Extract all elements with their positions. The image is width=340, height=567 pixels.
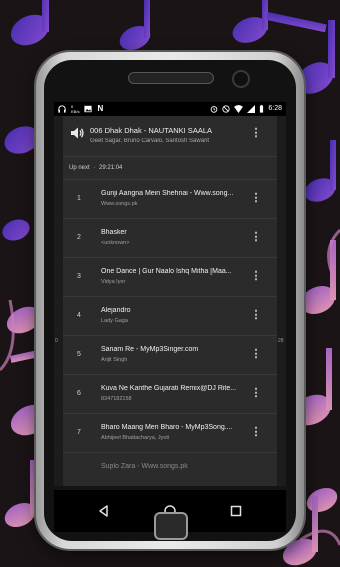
queue-item-more-icon[interactable]: ⋮ (250, 347, 262, 361)
left-dim-overlay: 0 (54, 116, 63, 486)
status-time: 6:28 (268, 105, 282, 112)
queue-item[interactable]: Suplo Zara - Www.songs.pk (63, 452, 277, 486)
queue-item-title: Sanam Re - MyMp3Singer.com (101, 346, 199, 353)
up-next-separator: · (93, 165, 96, 171)
back-icon[interactable] (96, 503, 112, 519)
up-next-header: Up next · 29:21:04 (63, 156, 277, 180)
queue-item-title: Suplo Zara - Www.songs.pk (101, 463, 188, 470)
queue-item-title: Gunji Aangna Mein Shehnai - Www.song... (101, 190, 234, 197)
queue-item-number: 4 (77, 312, 81, 319)
physical-home-button[interactable] (154, 512, 188, 540)
queue-item-title: One Dance | Gur Naalo Ishq Mitha [Maa... (101, 268, 232, 275)
queue-item-more-icon[interactable]: ⋮ (250, 386, 262, 400)
queue-item-number: 6 (77, 390, 81, 397)
queue-item[interactable]: 6 Kuva Ne Kanthe Gujarati Remix@DJ Rite.… (63, 374, 277, 414)
queue-item-title: Bharo Maang Meri Bharo - MyMp3Song.... (101, 424, 233, 431)
queue-item[interactable]: 3 One Dance | Gur Naalo Ishq Mitha [Maa.… (63, 257, 277, 297)
queue-item-number: 5 (77, 351, 81, 358)
signal-icon (247, 105, 256, 113)
alarm-icon (211, 106, 218, 113)
phone-frame: 0 KB/s N 6:28 0 28 006 Dhak Dhak - NAUTA… (36, 52, 304, 549)
up-next-duration: 29:21:04 (99, 165, 123, 171)
phone-screen: 0 KB/s N 6:28 0 28 006 Dhak Dhak - NAUTA… (54, 102, 286, 532)
right-dim-overlay: 28 (277, 116, 286, 486)
now-playing-more-icon[interactable]: ⋮ (250, 126, 262, 140)
queue-item-number: 3 (77, 273, 81, 280)
queue-item-more-icon[interactable]: ⋮ (250, 269, 262, 283)
now-playing-row[interactable]: 006 Dhak Dhak - NAUTANKI SAALA Geet Saga… (63, 116, 277, 156)
notification-n-icon: N (97, 104, 104, 113)
wifi-icon (234, 105, 244, 113)
front-camera (232, 70, 250, 88)
queue-item-number (72, 452, 86, 486)
queue-item-title: Alejandro (101, 307, 131, 314)
queue-item-number: 7 (77, 429, 81, 436)
queue-item-more-icon[interactable]: ⋮ (250, 425, 262, 439)
queue-item-title: Kuva Ne Kanthe Gujarati Remix@DJ Rite... (101, 385, 237, 392)
queue-item-subtitle: Abhijeet Bhattacharya, Jyoti (101, 435, 170, 441)
queue-item[interactable]: 4 Alejandro Lady Gaga ⋮ (63, 296, 277, 336)
queue-item-more-icon[interactable]: ⋮ (250, 308, 262, 322)
queue-item-number: 1 (77, 195, 81, 202)
queue-item[interactable]: 1 Gunji Aangna Mein Shehnai - Www.song..… (63, 179, 277, 219)
queue-item-subtitle: Lady Gaga (101, 318, 128, 324)
recents-icon[interactable] (228, 503, 244, 519)
queue-item[interactable]: 7 Bharo Maang Meri Bharo - MyMp3Song....… (63, 413, 277, 453)
right-edge-number: 28 (278, 338, 284, 344)
play-queue-screen: 0 28 006 Dhak Dhak - NAUTANKI SAALA Geet… (54, 116, 286, 486)
queue-item-subtitle: Arijit Singh (101, 357, 128, 363)
queue-item-subtitle: Vidya Iyer (101, 279, 126, 285)
network-speed: 0 KB/s (71, 104, 80, 114)
silent-mode-icon (222, 105, 231, 113)
up-next-label: Up next (69, 165, 90, 171)
left-edge-number: 0 (55, 338, 58, 344)
image-icon (84, 105, 93, 113)
queue-item-title: Bhasker (101, 229, 127, 236)
queue-item-more-icon[interactable]: ⋮ (250, 230, 262, 244)
headphones-icon (58, 105, 66, 113)
battery-icon (260, 105, 264, 113)
queue-item-subtitle: <unknown> (101, 240, 130, 246)
queue-item-subtitle: Www.songs.pk (101, 201, 138, 207)
now-playing-title: 006 Dhak Dhak - NAUTANKI SAALA (90, 126, 212, 135)
queue-item-number: 2 (77, 234, 81, 241)
speaker-icon (71, 127, 84, 139)
queue-card: 006 Dhak Dhak - NAUTANKI SAALA Geet Saga… (63, 116, 277, 486)
queue-item-more-icon[interactable]: ⋮ (250, 191, 262, 205)
queue-item[interactable]: 5 Sanam Re - MyMp3Singer.com Arijit Sing… (63, 335, 277, 375)
earpiece-speaker (128, 72, 214, 84)
now-playing-artists: Geet Sagar, Bruno Carvalo, Santosh Sawan… (90, 138, 210, 144)
queue-item[interactable]: 2 Bhasker <unknown> ⋮ (63, 218, 277, 258)
status-bar: 0 KB/s N 6:28 (54, 102, 286, 116)
queue-item-subtitle: 8347182158 (101, 396, 132, 402)
